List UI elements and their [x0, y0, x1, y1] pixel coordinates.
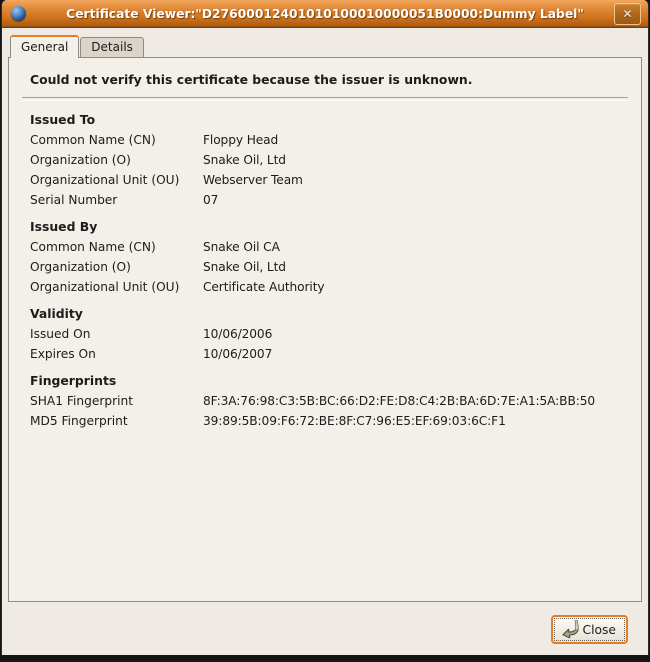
close-arrow-icon [558, 620, 579, 639]
field-value: Floppy Head [203, 130, 278, 150]
verification-warning: Could not verify this certificate becaus… [9, 58, 641, 87]
field-label: SHA1 Fingerprint [30, 391, 203, 411]
field-row: SHA1 Fingerprint8F:3A:76:98:C3:5B:BC:66:… [9, 391, 641, 411]
globe-window-icon [11, 6, 26, 21]
field-row: Issued On10/06/2006 [9, 324, 641, 344]
field-label: Expires On [30, 344, 203, 364]
field-value: 39:89:5B:09:F6:72:BE:8F:C7:96:E5:EF:69:0… [203, 411, 506, 431]
field-row: Organization (O)Snake Oil, Ltd [9, 150, 641, 170]
window-title: Certificate Viewer:"D2760001240101010001… [2, 7, 648, 21]
titlebar[interactable]: Certificate Viewer:"D2760001240101010001… [2, 0, 648, 28]
field-value: Snake Oil, Ltd [203, 257, 286, 277]
section-title: Issued To [9, 103, 641, 130]
section-validity: ValidityIssued On10/06/2006Expires On10/… [9, 297, 641, 364]
field-label: Organization (O) [30, 150, 203, 170]
field-label: MD5 Fingerprint [30, 411, 203, 431]
field-label: Issued On [30, 324, 203, 344]
tab-bar: General Details [2, 28, 648, 57]
section-fingerprints: FingerprintsSHA1 Fingerprint8F:3A:76:98:… [9, 364, 641, 431]
field-value: Snake Oil, Ltd [203, 150, 286, 170]
field-row: Organizational Unit (OU)Certificate Auth… [9, 277, 641, 297]
field-label: Common Name (CN) [30, 130, 203, 150]
section-issued-by: Issued ByCommon Name (CN)Snake Oil CAOrg… [9, 210, 641, 297]
close-x-icon: ✕ [622, 8, 632, 20]
close-button-focus-area: Close [555, 619, 625, 640]
general-tab-panel: Could not verify this certificate becaus… [8, 57, 642, 602]
field-label: Common Name (CN) [30, 237, 203, 257]
section-title: Issued By [9, 210, 641, 237]
field-label: Organization (O) [30, 257, 203, 277]
field-value: Snake Oil CA [203, 237, 280, 257]
separator [22, 97, 628, 101]
field-row: MD5 Fingerprint39:89:5B:09:F6:72:BE:8F:C… [9, 411, 641, 431]
sections: Issued ToCommon Name (CN)Floppy HeadOrga… [9, 103, 641, 431]
field-value: Certificate Authority [203, 277, 325, 297]
field-row: Organizational Unit (OU)Webserver Team [9, 170, 641, 190]
section-issued-to: Issued ToCommon Name (CN)Floppy HeadOrga… [9, 103, 641, 210]
tab-general[interactable]: General [10, 35, 79, 58]
field-row: Organization (O)Snake Oil, Ltd [9, 257, 641, 277]
field-value: 07 [203, 190, 218, 210]
field-label: Serial Number [30, 190, 203, 210]
close-button[interactable]: Close [551, 615, 629, 644]
field-value: 10/06/2007 [203, 344, 272, 364]
tab-details[interactable]: Details [80, 37, 144, 57]
certificate-viewer-window: Certificate Viewer:"D2760001240101010001… [1, 0, 649, 655]
field-value: Webserver Team [203, 170, 303, 190]
field-label: Organizational Unit (OU) [30, 277, 203, 297]
window-close-button[interactable]: ✕ [614, 3, 641, 25]
field-value: 8F:3A:76:98:C3:5B:BC:66:D2:FE:D8:C4:2B:B… [203, 391, 595, 411]
section-title: Fingerprints [9, 364, 641, 391]
field-row: Common Name (CN)Snake Oil CA [9, 237, 641, 257]
section-title: Validity [9, 297, 641, 324]
field-row: Expires On10/06/2007 [9, 344, 641, 364]
close-button-label: Close [583, 623, 617, 637]
field-row: Common Name (CN)Floppy Head [9, 130, 641, 150]
field-label: Organizational Unit (OU) [30, 170, 203, 190]
field-value: 10/06/2006 [203, 324, 272, 344]
field-row: Serial Number07 [9, 190, 641, 210]
